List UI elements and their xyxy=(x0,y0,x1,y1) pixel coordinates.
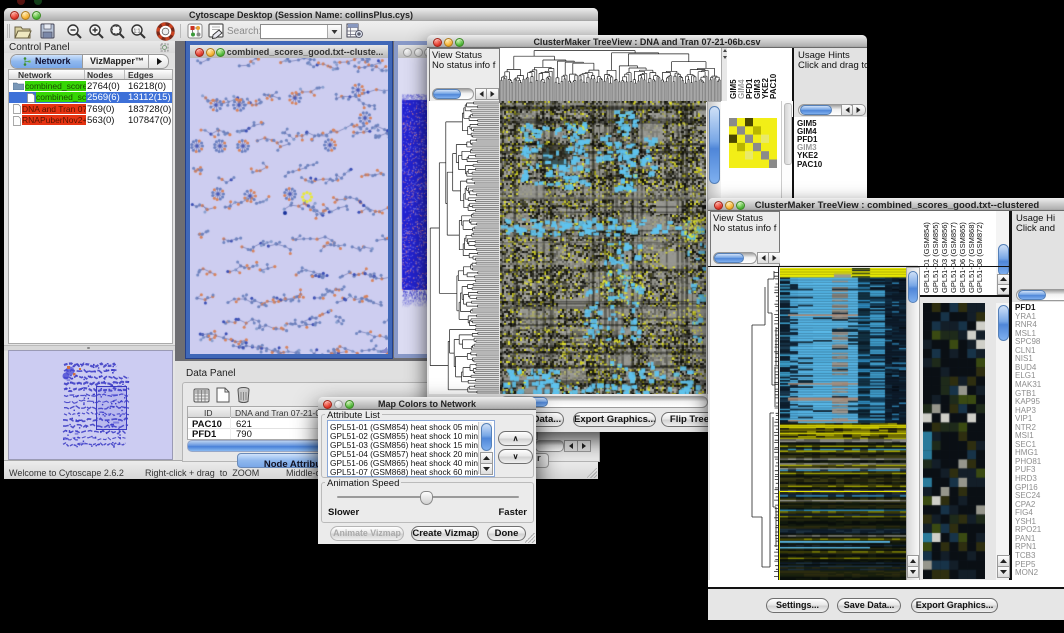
svg-text:1:1: 1:1 xyxy=(134,29,141,35)
